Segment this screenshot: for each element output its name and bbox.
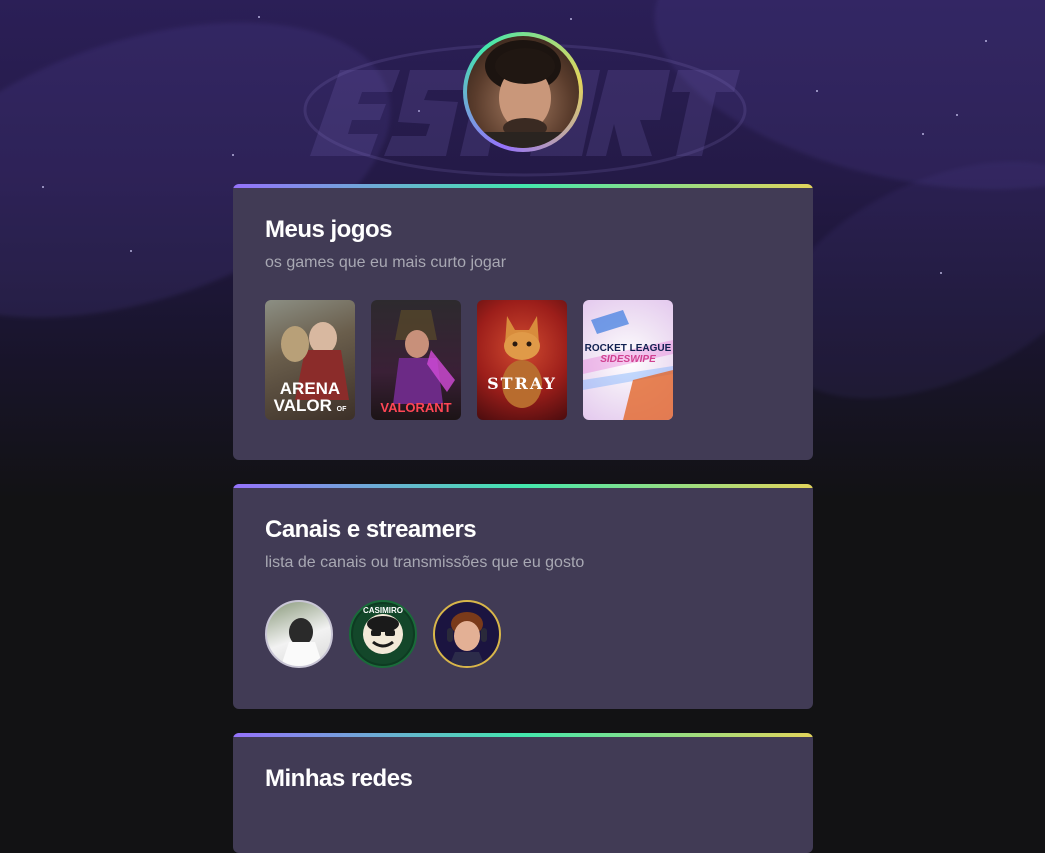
games-list: ARENA VALOR OF VALORANT STRAY ROCKET LEA… (265, 300, 781, 420)
game-title: ARENA VALOR OF (273, 379, 347, 415)
games-subtitle: os games que eu mais curto jogar (265, 254, 507, 271)
social-card: Minhas redes (233, 733, 813, 853)
games-card: Meus jogos os games que eu mais curto jo… (233, 184, 813, 460)
game-title: VALORANT (380, 400, 452, 415)
streamers-card: Canais e streamers lista de canais ou tr… (233, 484, 813, 709)
streamer-avatar-3-icon[interactable] (433, 600, 501, 668)
streamer-avatar-1-icon[interactable] (265, 600, 333, 668)
streamer-casimiro-label: CASIMIRO (363, 606, 403, 615)
streamers-title: Canais e streamers (265, 516, 477, 543)
games-title: Meus jogos (265, 216, 393, 243)
streamers-list: CASIMIRO (265, 600, 781, 668)
streamer-casimiro-icon[interactable]: CASIMIRO (349, 600, 417, 668)
game-rocket-league-sideswipe[interactable]: ROCKET LEAGUE SIDESWIPE (583, 300, 673, 420)
profile-photo-icon (467, 36, 579, 148)
streamers-subtitle: lista de canais ou transmissões que eu g… (265, 554, 585, 571)
game-arena-of-valor[interactable]: ARENA VALOR OF (265, 300, 355, 420)
social-title: Minhas redes (265, 765, 413, 792)
game-title: ROCKET LEAGUE SIDESWIPE (584, 343, 672, 365)
game-valorant[interactable]: VALORANT (371, 300, 461, 420)
game-stray[interactable]: STRAY (477, 300, 567, 420)
game-title: STRAY (487, 374, 557, 393)
profile-avatar[interactable] (463, 32, 583, 152)
